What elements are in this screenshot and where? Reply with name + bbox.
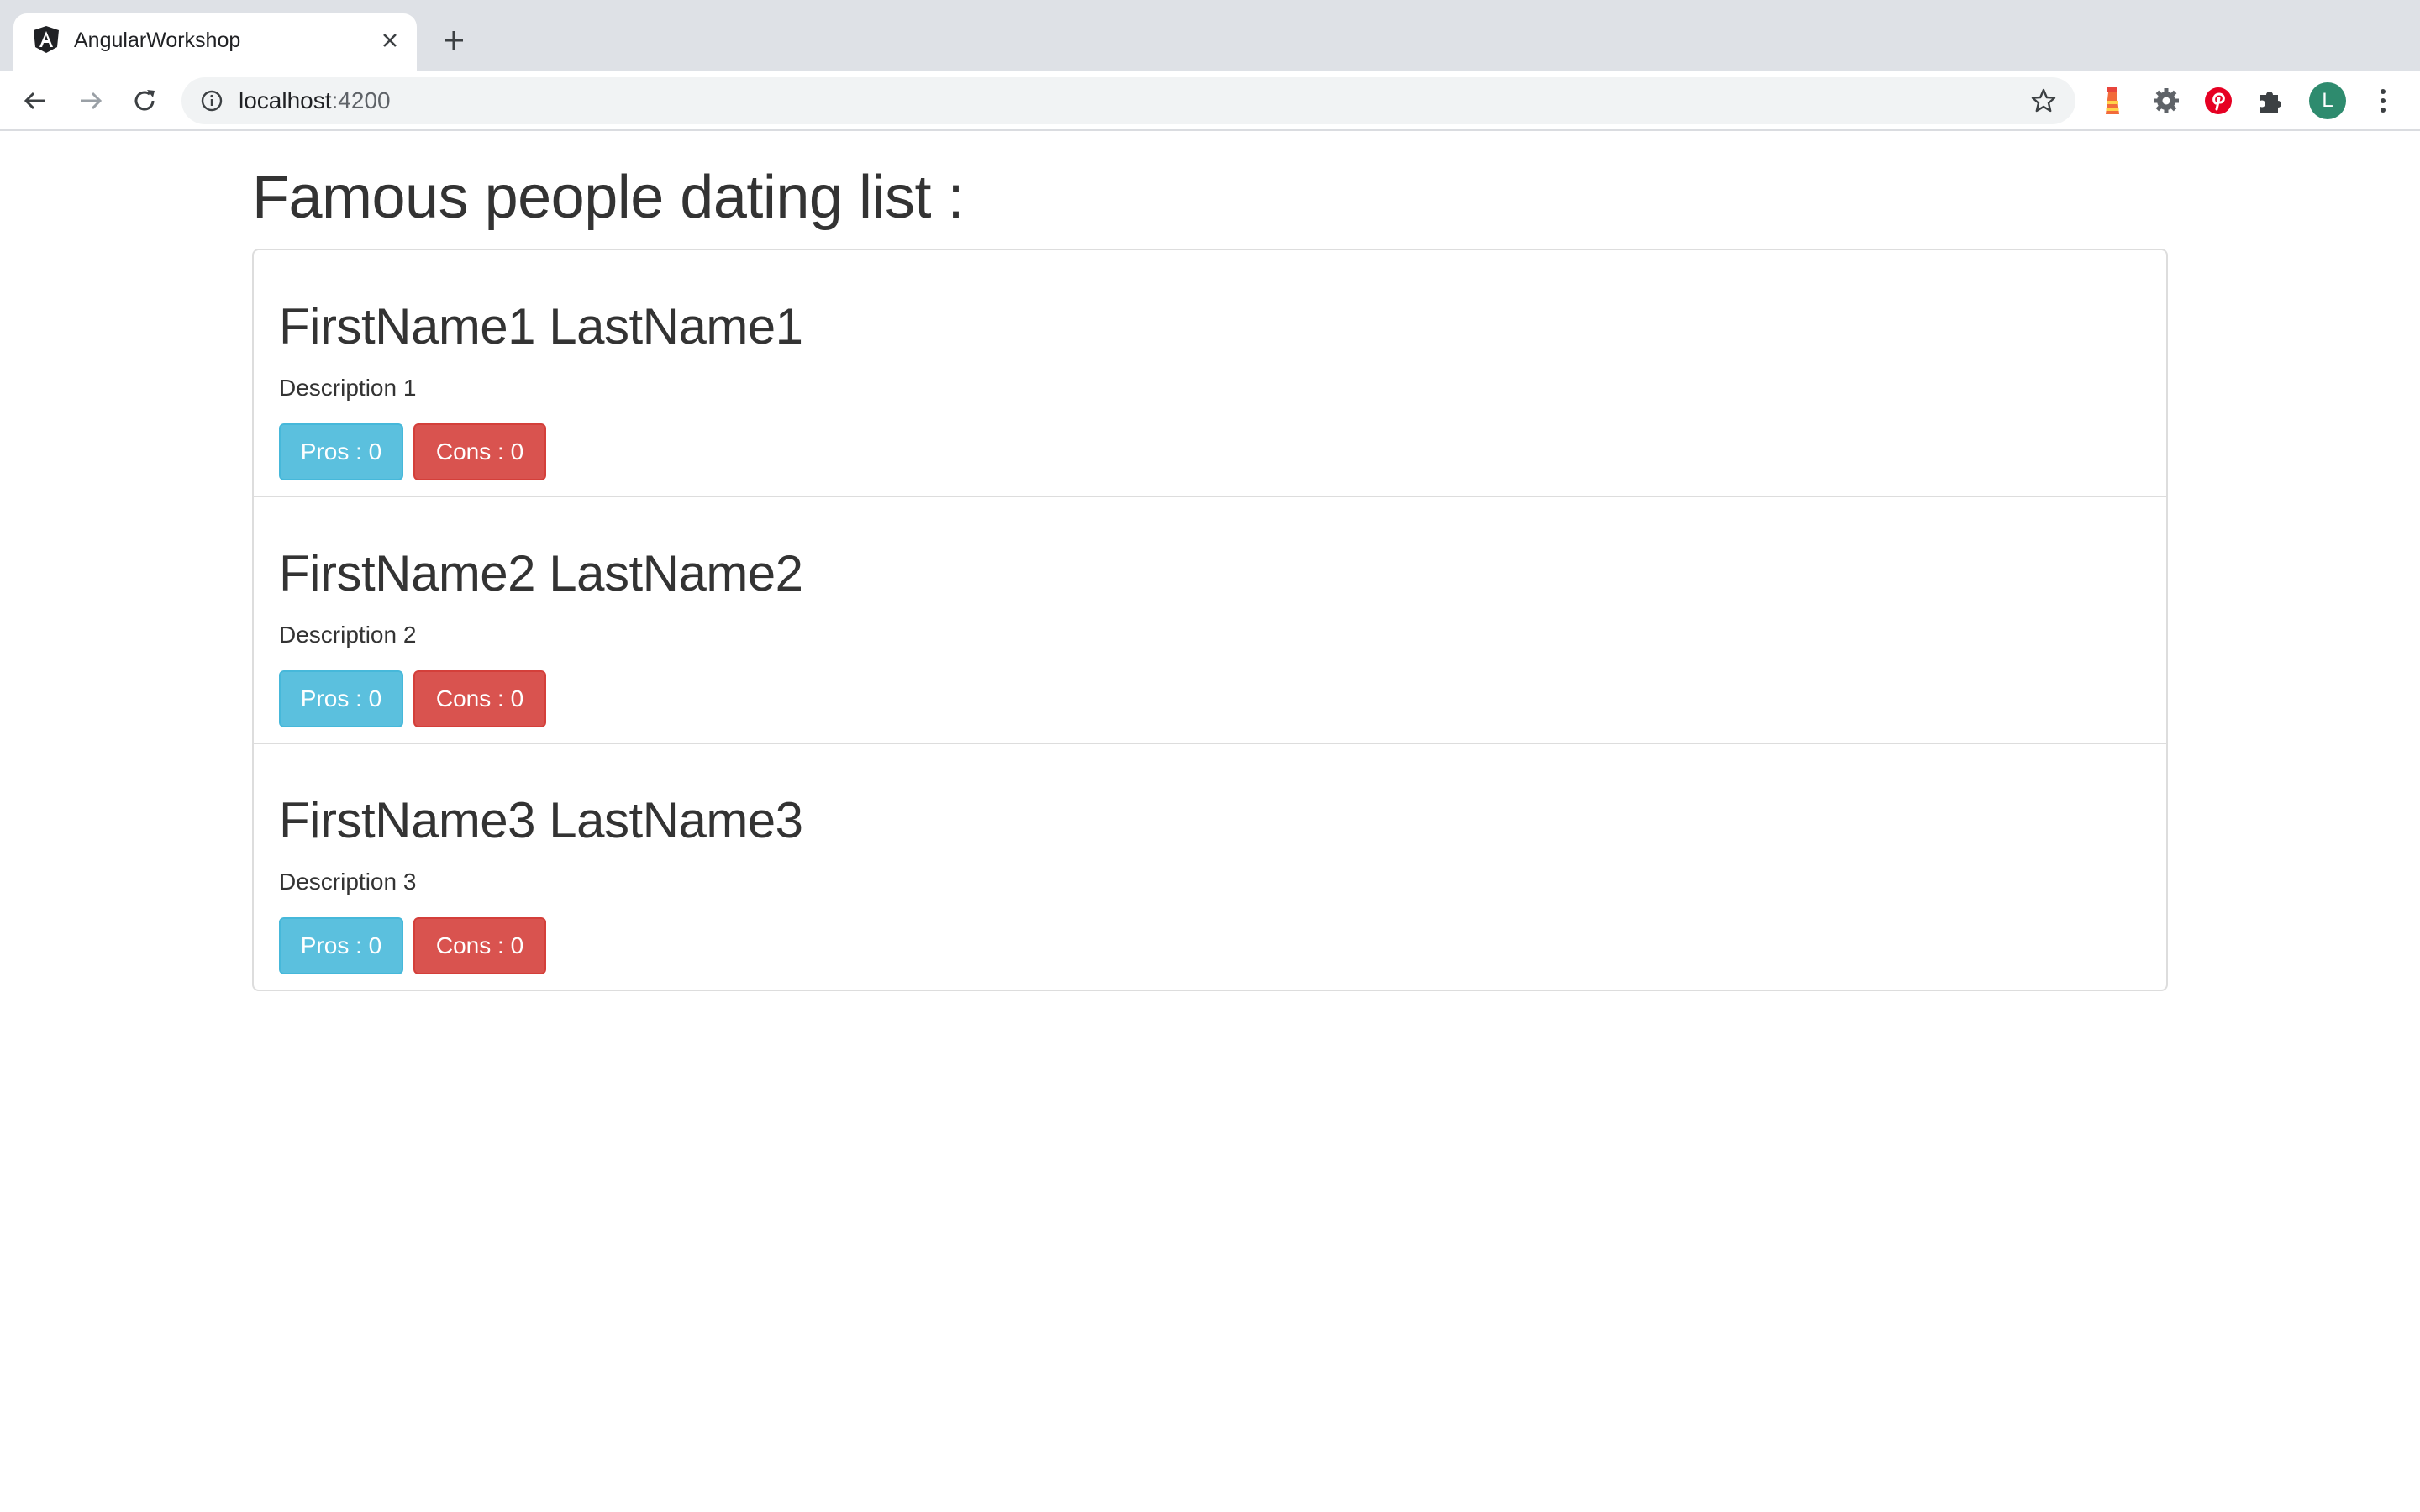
tab-title: AngularWorkshop (74, 29, 241, 52)
lighthouse-icon[interactable] (2094, 82, 2131, 119)
url-text: localhost:4200 (239, 87, 391, 113)
cons-button[interactable]: Cons : 0 (413, 670, 546, 727)
reload-icon[interactable] (126, 82, 163, 119)
person-name: FirstName1 LastName1 (279, 298, 803, 354)
angular-favicon-icon (32, 25, 60, 54)
pros-button[interactable]: Pros : 0 (279, 670, 403, 727)
list-item: FirstName1 LastName1 Description 1 Pros … (252, 249, 2168, 497)
cons-button[interactable]: Cons : 0 (413, 917, 546, 974)
people-list: FirstName1 LastName1 Description 1 Pros … (252, 249, 2168, 991)
list-item: FirstName2 LastName2 Description 2 Pros … (252, 496, 2168, 744)
person-name: FirstName3 LastName3 (279, 792, 803, 848)
person-name: FirstName2 LastName2 (279, 545, 803, 601)
close-icon[interactable] (378, 29, 402, 52)
pros-button[interactable]: Pros : 0 (279, 917, 403, 974)
pinterest-icon[interactable] (2200, 82, 2237, 119)
avatar-letter: L (2322, 89, 2333, 112)
puzzle-icon[interactable] (2252, 82, 2289, 119)
plus-icon[interactable] (437, 24, 471, 57)
pros-button[interactable]: Pros : 0 (279, 423, 403, 480)
page-title: Famous people dating list : (252, 164, 964, 231)
avatar[interactable]: L (2309, 82, 2346, 119)
list-item: FirstName3 LastName3 Description 3 Pros … (252, 743, 2168, 991)
back-arrow-icon[interactable] (17, 82, 54, 119)
cons-button[interactable]: Cons : 0 (413, 423, 546, 480)
person-description: Description 1 (279, 375, 417, 401)
star-icon[interactable] (2028, 86, 2059, 116)
person-description: Description 2 (279, 622, 417, 648)
browser-toolbar: localhost:4200 L (0, 71, 2420, 131)
gear-icon[interactable] (2148, 82, 2185, 119)
info-icon[interactable] (198, 87, 225, 114)
tab-strip: AngularWorkshop (0, 0, 2420, 71)
address-bar[interactable]: localhost:4200 (182, 77, 2075, 124)
forward-arrow-icon[interactable] (72, 82, 109, 119)
kebab-menu-icon[interactable] (2365, 82, 2402, 119)
person-description: Description 3 (279, 869, 417, 895)
browser-tab[interactable]: AngularWorkshop (13, 13, 417, 71)
